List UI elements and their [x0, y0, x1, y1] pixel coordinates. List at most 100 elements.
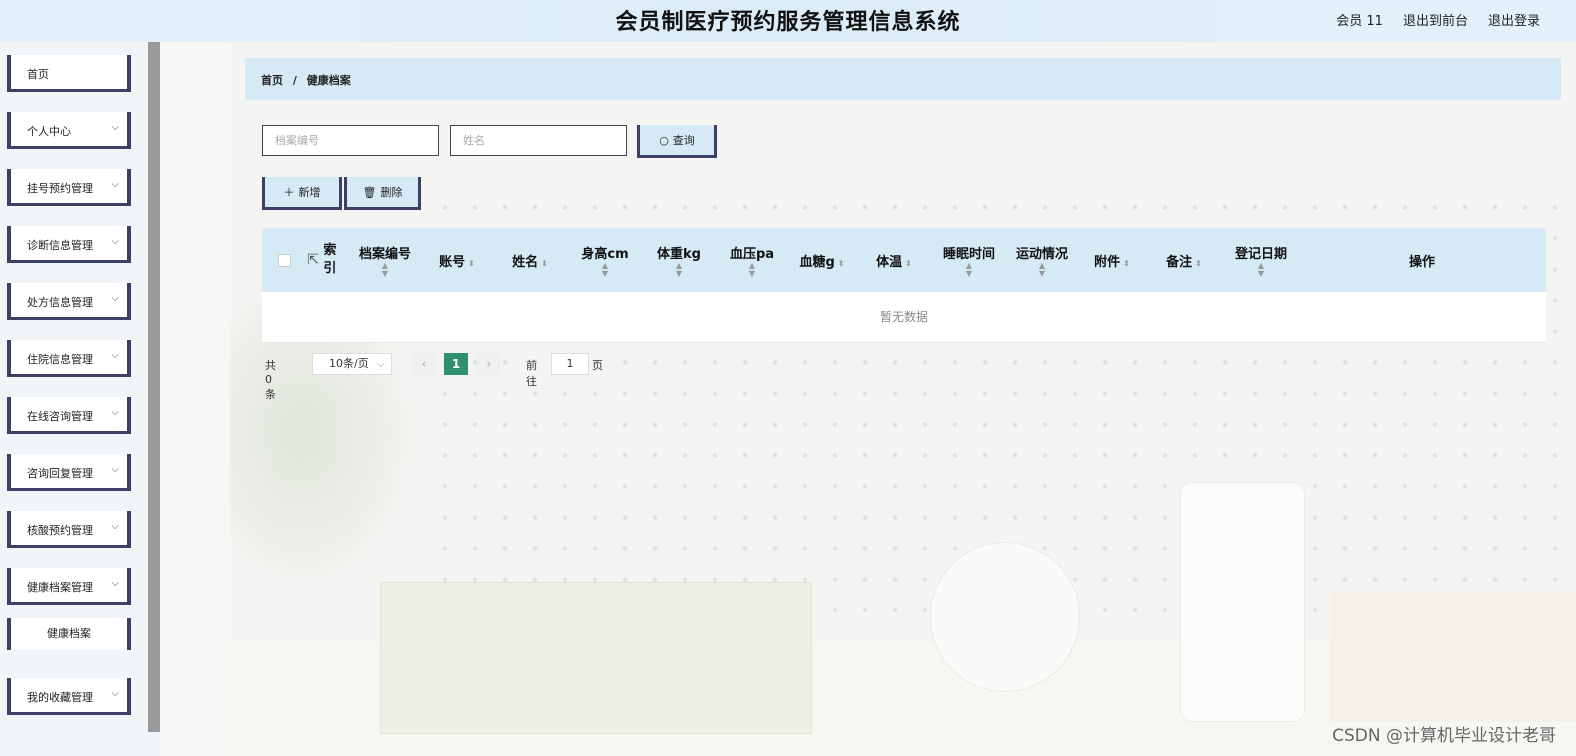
sidebar-item-health-records[interactable]: 健康档案管理 ⌵ [7, 568, 131, 605]
header-actions: 会员 11 退出到前台 退出登录 [1336, 10, 1540, 29]
goto-page-input[interactable]: 1 [551, 353, 589, 375]
sort-icon[interactable]: ⬍ [1123, 259, 1130, 268]
sidebar-item-label: 在线咨询管理 [27, 410, 93, 423]
breadcrumb-separator: / [292, 74, 297, 87]
sidebar-item-registration[interactable]: 挂号预约管理 ⌵ [7, 169, 131, 206]
sidebar-item-label: 个人中心 [27, 125, 71, 138]
name-input[interactable] [451, 126, 626, 155]
box-decoration [380, 582, 812, 734]
sidebar-item-hospitalization[interactable]: 住院信息管理 ⌵ [7, 340, 131, 377]
sidebar-item-label: 我的收藏管理 [27, 691, 93, 704]
sort-icon[interactable]: ⬍ [905, 259, 912, 268]
table-header: ⇱ 索引 档案编号 ▲ ▼ 账号 ⬍ 姓名 ⬍ 身高cm ▲ ▼ 体重kg ▲ ▼ 血压pa ▲ ▼ … [262, 228, 1546, 292]
goto-label: 前往 [526, 359, 537, 388]
col-name[interactable]: 姓名 ⬍ [499, 228, 561, 292]
sidebar-item-home[interactable]: 首页 [7, 55, 131, 92]
page-number-button[interactable]: 1 [444, 353, 468, 375]
empty-row: 暂无数据 [262, 292, 1546, 343]
file-number-field[interactable] [262, 125, 439, 156]
box-decoration [1330, 592, 1576, 722]
sort-icon[interactable]: ▲ ▼ [676, 261, 682, 278]
sidebar-item-reply[interactable]: 咨询回复管理 ⌵ [7, 454, 131, 491]
chevron-down-icon: ⌵ [111, 521, 119, 532]
query-button[interactable]: ○ 查询 [637, 125, 717, 158]
sort-icon[interactable]: ⬍ [1195, 259, 1202, 268]
tape-decoration [930, 542, 1080, 692]
sidebar-item-favorites[interactable]: 我的收藏管理 ⌵ [7, 678, 131, 715]
sidebar-item-nucleic-acid[interactable]: 核酸预约管理 ⌵ [7, 511, 131, 548]
select-all-checkbox[interactable] [278, 254, 291, 267]
file-number-input[interactable] [263, 126, 438, 155]
sidebar-item-label: 处方信息管理 [27, 296, 93, 309]
cursor-icon: ⇱ [307, 252, 319, 268]
sort-icon[interactable]: ⬍ [468, 259, 475, 268]
sidebar-subitem-health-record[interactable]: 健康档案 [7, 618, 131, 650]
health-records-table: ⇱ 索引 档案编号 ▲ ▼ 账号 ⬍ 姓名 ⬍ 身高cm ▲ ▼ 体重kg ▲ ▼ 血压pa ▲ ▼ … [262, 228, 1546, 343]
col-file-number[interactable]: 档案编号 ▲ ▼ [350, 228, 420, 292]
sidebar-item-label: 挂号预约管理 [27, 182, 93, 195]
breadcrumb-home[interactable]: 首页 [261, 74, 283, 87]
chevron-down-icon: ⌵ [111, 464, 119, 475]
sidebar-scrollbar[interactable] [148, 42, 160, 732]
search-icon: ○ [659, 133, 669, 147]
col-index[interactable]: ⇱ 索引 [302, 228, 342, 292]
page-suffix: 页 [592, 359, 603, 372]
add-button[interactable]: ＋ 新增 [262, 177, 342, 210]
breadcrumb-current: 健康档案 [306, 74, 351, 87]
col-blood-sugar[interactable]: 血糖g ⬍ [787, 228, 857, 292]
next-page-button[interactable]: › [477, 353, 501, 375]
col-actions: 操作 [1408, 254, 1435, 270]
chevron-down-icon: ⌵ [111, 293, 119, 304]
sort-icon[interactable]: ▲ ▼ [382, 261, 388, 278]
chevron-down-icon: ⌵ [111, 350, 119, 361]
sort-icon[interactable]: ⬍ [541, 259, 548, 268]
back-to-front-link[interactable]: 退出到前台 [1403, 10, 1468, 29]
sort-icon[interactable]: ▲ ▼ [602, 261, 608, 278]
chevron-down-icon: ⌵ [111, 407, 119, 418]
sidebar-item-label: 诊断信息管理 [27, 239, 93, 252]
chevron-down-icon: ⌵ [111, 578, 119, 589]
sort-icon[interactable]: ▲ ▼ [749, 261, 755, 278]
delete-label: 删除 [380, 186, 403, 199]
sort-icon[interactable]: ⬍ [838, 259, 845, 268]
sidebar-item-label: 住院信息管理 [27, 353, 93, 366]
col-attachment[interactable]: 附件 ⬍ [1080, 228, 1144, 292]
chevron-down-icon: ⌵ [111, 236, 119, 247]
top-header: 会员制医疗预约服务管理信息系统 会员 11 退出到前台 退出登录 [0, 0, 1576, 42]
name-field[interactable] [450, 125, 627, 156]
plus-icon: ＋ [283, 186, 295, 199]
user-label[interactable]: 会员 11 [1336, 10, 1383, 29]
col-weight[interactable]: 体重kg ▲ ▼ [644, 228, 714, 292]
col-remark[interactable]: 备注 ⬍ [1152, 228, 1216, 292]
total-count: 共 0 条 [265, 359, 276, 401]
col-sleep-time[interactable]: 睡眠时间 ▲ ▼ [934, 228, 1004, 292]
sidebar-item-label: 核酸预约管理 [27, 524, 93, 537]
sort-icon[interactable]: ▲ ▼ [966, 261, 972, 278]
col-account[interactable]: 账号 ⬍ [427, 228, 487, 292]
trash-icon: 🗑 [362, 185, 377, 199]
sidebar-item-label: 首页 [27, 68, 49, 81]
sidebar-item-personal-center[interactable]: 个人中心 ⌵ [7, 112, 131, 149]
chevron-down-icon: ⌵ [111, 688, 119, 699]
col-register-date[interactable]: 登记日期 ▲ ▼ [1224, 228, 1298, 292]
sidebar-item-diagnosis[interactable]: 诊断信息管理 ⌵ [7, 226, 131, 263]
breadcrumb: 首页 / 健康档案 [245, 58, 1561, 100]
watermark: CSDN @计算机毕业设计老哥 [1332, 726, 1556, 746]
sidebar-item-label: 咨询回复管理 [27, 467, 93, 480]
sort-icon[interactable]: ▲ ▼ [1258, 261, 1264, 278]
add-label: 新增 [298, 186, 321, 199]
col-exercise[interactable]: 运动情况 ▲ ▼ [1007, 228, 1077, 292]
sidebar-item-consultation[interactable]: 在线咨询管理 ⌵ [7, 397, 131, 434]
page-size-select[interactable]: 10条/页 ⌵ [312, 353, 392, 375]
sidebar-item-label: 健康档案管理 [27, 581, 93, 594]
sort-icon[interactable]: ▲ ▼ [1039, 261, 1045, 278]
prev-page-button[interactable]: ‹ [412, 353, 436, 375]
query-label: 查询 [672, 134, 695, 147]
col-blood-pressure[interactable]: 血压pa ▲ ▼ [717, 228, 787, 292]
logout-link[interactable]: 退出登录 [1488, 10, 1540, 29]
sidebar-item-prescription[interactable]: 处方信息管理 ⌵ [7, 283, 131, 320]
chevron-down-icon: ⌵ [376, 357, 385, 370]
col-height[interactable]: 身高cm ▲ ▼ [570, 228, 640, 292]
delete-button[interactable]: 🗑 删除 [344, 177, 421, 210]
col-temperature[interactable]: 体温 ⬍ [862, 228, 926, 292]
